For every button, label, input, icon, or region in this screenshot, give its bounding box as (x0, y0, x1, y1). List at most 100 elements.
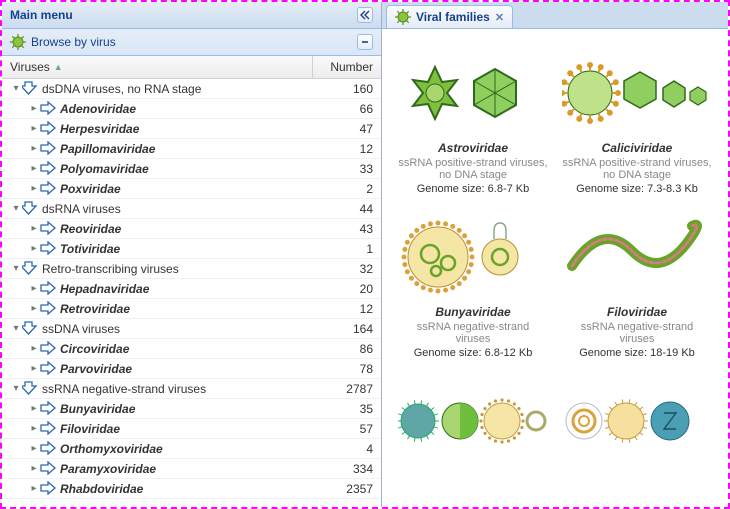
tree-row[interactable]: ▸Retroviridae12 (2, 299, 381, 319)
tree-row[interactable]: ▸Papillomaviridae12 (2, 139, 381, 159)
family-arrow-icon (40, 141, 56, 157)
tree-count: 4 (313, 442, 381, 456)
sort-asc-icon: ▲ (54, 62, 63, 72)
family-arrow-icon (40, 221, 56, 237)
family-arrow-icon (40, 341, 56, 357)
family-card[interactable] (558, 377, 716, 477)
expander-closed-icon[interactable]: ▸ (28, 123, 40, 135)
family-arrow-icon (40, 281, 56, 297)
tree-row[interactable]: ▸Circoviridae86 (2, 339, 381, 359)
tree-row[interactable]: ▾dsDNA viruses, no RNA stage160 (2, 79, 381, 99)
tree-row[interactable]: ▸Poxviridae2 (2, 179, 381, 199)
tree-row[interactable]: ▸Adenoviridae66 (2, 99, 381, 119)
family-arrow-icon (40, 481, 56, 497)
group-arrow-icon (22, 381, 38, 397)
expander-closed-icon[interactable]: ▸ (28, 463, 40, 475)
tree-count: 1 (313, 242, 381, 256)
virus-icon (10, 34, 26, 50)
tree-row[interactable]: ▾ssDNA viruses164 (2, 319, 381, 339)
tree-count: 2 (313, 182, 381, 196)
minimize-button[interactable] (357, 34, 373, 50)
tab-viral-families[interactable]: Viral families ✕ (386, 5, 513, 28)
family-arrow-icon (40, 421, 56, 437)
tree-row[interactable]: ▸Polyomaviridae33 (2, 159, 381, 179)
tree-row[interactable]: ▸ Orthomyxoviridae 4 (2, 439, 381, 459)
tree-count: 164 (313, 322, 381, 336)
tree-count: 160 (313, 82, 381, 96)
column-viruses[interactable]: Viruses ▲ (2, 56, 313, 78)
family-card[interactable]: AstroviridaessRNA positive-strand viruse… (394, 49, 552, 203)
family-card[interactable]: FiloviridaessRNA negative-strand viruses… (558, 213, 716, 367)
expander-open-icon[interactable]: ▾ (10, 83, 22, 95)
family-arrow-icon (40, 161, 56, 177)
expander-closed-icon[interactable]: ▸ (28, 283, 40, 295)
expander-open-icon[interactable]: ▾ (10, 263, 22, 275)
tree-label: Circoviridae (60, 342, 129, 356)
expander-closed-icon[interactable]: ▸ (28, 143, 40, 155)
tree-row[interactable]: ▸Bunyaviridae35 (2, 399, 381, 419)
tree-row[interactable]: ▸Parvoviridae78 (2, 359, 381, 379)
close-tab-button[interactable]: ✕ (495, 11, 504, 24)
tree-label: Parvoviridae (60, 362, 132, 376)
expander-closed-icon[interactable]: ▸ (28, 403, 40, 415)
tree-label: Totiviridae (60, 242, 120, 256)
expander-closed-icon[interactable]: ▸ (28, 223, 40, 235)
expander-open-icon[interactable]: ▾ (10, 383, 22, 395)
family-genome-size: Genome size: 6.8-12 Kb (398, 347, 548, 359)
expander-closed-icon[interactable]: ▸ (28, 243, 40, 255)
tree-row[interactable]: ▾dsRNA viruses44 (2, 199, 381, 219)
expander-closed-icon[interactable]: ▸ (28, 303, 40, 315)
expander-closed-icon[interactable]: ▸ (28, 103, 40, 115)
expander-closed-icon[interactable]: ▸ (28, 183, 40, 195)
browse-by-virus-header[interactable]: Browse by virus (2, 29, 381, 56)
family-genome-size: Genome size: 7.3-8.3 Kb (562, 183, 712, 195)
tree-row[interactable]: ▸Filoviridae57 (2, 419, 381, 439)
tree-row[interactable]: ▸Rhabdoviridae2357 (2, 479, 381, 499)
expander-closed-icon[interactable]: ▸ (28, 443, 40, 455)
family-card[interactable] (394, 377, 552, 477)
family-subtitle: ssRNA negative-strand viruses (398, 321, 548, 345)
family-illustration (398, 381, 548, 461)
tree-row[interactable]: ▾Retro-transcribing viruses32 (2, 259, 381, 279)
family-arrow-icon (40, 441, 56, 457)
family-title: Astroviridae (398, 141, 548, 155)
family-title: Bunyaviridae (398, 305, 548, 319)
expander-closed-icon[interactable]: ▸ (28, 343, 40, 355)
expander-closed-icon[interactable]: ▸ (28, 363, 40, 375)
family-subtitle: ssRNA positive-strand viruses, no DNA st… (562, 157, 712, 181)
group-arrow-icon (22, 261, 38, 277)
group-arrow-icon (22, 321, 38, 337)
family-card[interactable]: Bunyaviridae ssRNA negative-strand viruse… (394, 213, 552, 367)
tree-row[interactable]: ▸Paramyxoviridae334 (2, 459, 381, 479)
expander-open-icon[interactable]: ▾ (10, 323, 22, 335)
tree-count: 2357 (313, 482, 381, 496)
tree-row[interactable]: ▸Hepadnaviridae20 (2, 279, 381, 299)
tree-row[interactable]: ▾ssRNA negative-strand viruses2787 (2, 379, 381, 399)
family-arrow-icon (40, 401, 56, 417)
tree-row[interactable]: ▸ Totiviridae 1 (2, 239, 381, 259)
expander-closed-icon[interactable]: ▸ (28, 163, 40, 175)
expander-closed-icon[interactable]: ▸ (28, 483, 40, 495)
family-illustration (398, 53, 548, 133)
tree-label: dsRNA viruses (42, 202, 121, 216)
tree-count: 33 (313, 162, 381, 176)
family-illustration (562, 381, 712, 461)
tree-count: 12 (313, 142, 381, 156)
family-card[interactable]: CaliciviridaessRNA positive-strand virus… (558, 49, 716, 203)
column-number[interactable]: Number (313, 56, 381, 78)
tree-row[interactable]: ▸Reoviridae43 (2, 219, 381, 239)
browse-by-virus-title: Browse by virus (31, 35, 116, 49)
expander-closed-icon[interactable]: ▸ (28, 423, 40, 435)
tree-row[interactable]: ▸Herpesviridae47 (2, 119, 381, 139)
tree-label: Herpesviridae (60, 122, 139, 136)
expander-open-icon[interactable]: ▾ (10, 203, 22, 215)
virus-tree[interactable]: ▾dsDNA viruses, no RNA stage160 ▸ Adenovir… (2, 79, 381, 507)
family-genome-size: Genome size: 18-19 Kb (562, 347, 712, 359)
group-arrow-icon (22, 81, 38, 97)
tree-label: Adenoviridae (60, 102, 136, 116)
tree-count: 334 (313, 462, 381, 476)
family-arrow-icon (40, 461, 56, 477)
collapse-left-button[interactable] (357, 7, 373, 23)
tree-label: Orthomyxoviridae (60, 442, 163, 456)
card-area[interactable]: Astroviridae ssRNA positive-strand viruse… (382, 29, 728, 507)
